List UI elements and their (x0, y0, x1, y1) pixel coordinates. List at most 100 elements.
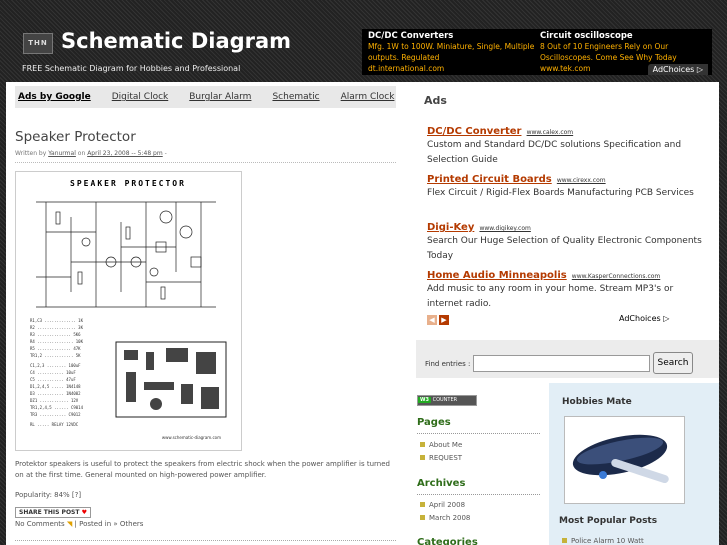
schematic-title: SPEAKER PROTECTOR (70, 179, 186, 188)
archive-link-march-2008[interactable]: March 2008 (420, 514, 470, 522)
hobbies-mate-heading: Hobbies Mate (562, 397, 632, 407)
sidebar-ad-title[interactable]: DC/DC Converter (427, 126, 521, 137)
sidebar: Ads DC/DC Converter www.calex.com Custom… (408, 82, 719, 545)
pages-heading: Pages (417, 417, 451, 428)
sidebar-ad-title[interactable]: Home Audio Minneapolis (427, 270, 567, 281)
popularity: Popularity: 84% [?] (15, 491, 82, 499)
search-label: Find entries : (425, 360, 471, 368)
counter-badge-label: W3 (418, 397, 431, 403)
divider (15, 540, 396, 541)
page-link-request[interactable]: REQUEST (420, 454, 462, 462)
sidebar-ad-1[interactable]: DC/DC Converter www.calex.com Custom and… (427, 119, 707, 168)
svg-text:D1,2,4,5 ..... 1N4148: D1,2,4,5 ..... 1N4148 (30, 384, 81, 389)
page-link-about[interactable]: About Me (420, 441, 462, 449)
comments-link[interactable]: No Comments (15, 520, 65, 528)
sidebar-ad-4[interactable]: Home Audio Minneapolis www.KasperConnect… (427, 263, 707, 312)
svg-text:R1,C3 ............. 1K: R1,C3 ............. 1K (30, 318, 84, 323)
popular-posts-heading: Most Popular Posts (559, 516, 658, 526)
svg-text:TR1,2 ............ 5K: TR1,2 ............ 5K (30, 353, 81, 358)
archive-link-april-2008[interactable]: April 2008 (420, 501, 465, 509)
divider (417, 433, 540, 434)
category-link[interactable]: Others (120, 520, 144, 528)
search-button[interactable]: Search (653, 352, 693, 374)
share-icon: ♥ (81, 509, 87, 516)
header-ad-1-title[interactable]: DC/DC Converters (368, 31, 538, 41)
schematic-drawing: SPEAKER PROTECTOR R1,C3 ............. 1K… (30, 179, 227, 440)
search-input[interactable] (473, 355, 650, 372)
sidebar-ad-domain[interactable]: www.cirexx.com (557, 177, 606, 184)
svg-text:R3 .............. 5K6: R3 .............. 5K6 (30, 332, 81, 337)
header-ad-banner[interactable]: DC/DC Converters Mfg. 1W to 100W. Miniat… (362, 29, 712, 75)
category-separator: » (113, 520, 118, 528)
header-ad-1[interactable]: DC/DC Converters Mfg. 1W to 100W. Miniat… (368, 31, 538, 74)
svg-text:TR3 ........... C9012: TR3 ........... C9012 (30, 412, 81, 417)
header-ad-1-url[interactable]: dt.international.com (368, 63, 538, 74)
schematic-credit: www.schematic-diagram.com (162, 435, 221, 440)
share-button[interactable]: SHARE THIS POST ♥ (15, 507, 91, 518)
svg-text:C1,2,3 ........ 100uF: C1,2,3 ........ 100uF (30, 363, 81, 368)
svg-text:D3 ........... 1N4002: D3 ........... 1N4002 (30, 391, 81, 396)
ads-by-google-link[interactable]: Ads by Google (18, 92, 91, 102)
ad-next-icon[interactable]: ▶ (439, 315, 449, 325)
archives-heading: Archives (417, 478, 466, 489)
categories-heading: Categories (417, 537, 478, 545)
post-title[interactable]: Speaker Protector (15, 129, 396, 145)
sidebar-ad-2[interactable]: Printed Circuit Boards www.cirexx.com Fl… (427, 167, 707, 201)
w3-counter-badge[interactable]: W3 COUNTER (417, 395, 477, 406)
sidebar-ad-domain[interactable]: www.digikey.com (479, 225, 530, 232)
hobbies-mate-image[interactable] (564, 416, 685, 504)
sidebar-ad-text: Custom and Standard DC/DC solutions Spec… (427, 140, 682, 165)
header-ad-2-title[interactable]: Circuit oscilloscope (540, 31, 710, 41)
post-date-link[interactable]: April 23, 2008 -- 5:48 pm (87, 150, 163, 157)
post-description: Protektor speakers is useful to protect … (15, 460, 390, 479)
popular-post-link[interactable]: Police Alarm 10 Watt (562, 537, 644, 545)
post-byline: Written by Yanurmal on April 23, 2008 --… (15, 150, 396, 157)
site-header: THN Schematic Diagram FREE Schematic Dia… (0, 0, 727, 82)
comment-icon: ◥ (66, 520, 73, 528)
sidebar-ad-text: Flex Circuit / Rigid-Flex Boards Manufac… (427, 188, 694, 198)
header-ad-1-text: Mfg. 1W to 100W. Miniature, Single, Mult… (368, 42, 535, 62)
svg-text:C5 ........... 47uF: C5 ........... 47uF (30, 377, 76, 382)
divider (417, 494, 540, 495)
search-widget: Find entries : Search (416, 340, 719, 378)
byline-prefix: Written by (15, 150, 47, 157)
ad-link-burglar-alarm[interactable]: Burglar Alarm (189, 92, 251, 102)
ad-link-digital-clock[interactable]: Digital Clock (112, 92, 169, 102)
posted-in-prefix: | Posted in (74, 520, 112, 528)
divider (15, 162, 396, 163)
post-column: Ads by Google Digital Clock Burglar Alar… (15, 86, 396, 541)
sidebar-ad-text: Add music to any room in your home. Stre… (427, 284, 674, 309)
schematic-image[interactable]: SPEAKER PROTECTOR R1,C3 ............. 1K… (15, 171, 242, 451)
main-content: Ads by Google Digital Clock Burglar Alar… (6, 82, 719, 545)
ad-prev-icon[interactable]: ◀ (427, 315, 437, 325)
ad-nav: ◀ ▶ (427, 315, 449, 325)
author-link[interactable]: Yanurmal (48, 150, 76, 157)
product-case-image (572, 434, 669, 484)
sidebar-ad-domain[interactable]: www.calex.com (527, 129, 574, 136)
svg-text:R4 ............... 10K: R4 ............... 10K (30, 339, 84, 344)
svg-text:DZ1 ............ 12V: DZ1 ............ 12V (30, 398, 79, 403)
header-adchoices-button[interactable]: AdChoices ▷ (647, 64, 708, 75)
sidebar-adchoices-button[interactable]: AdChoices ▷ (619, 314, 669, 323)
svg-text:C4 ........... 10uF: C4 ........... 10uF (30, 370, 76, 375)
ad-link-schematic[interactable]: Schematic (272, 92, 319, 102)
sidebar-ad-text: Search Our Huge Selection of Quality Ele… (427, 236, 702, 261)
site-tagline: FREE Schematic Diagram for Hobbies and P… (22, 64, 241, 73)
svg-text:R2 ................ 3K: R2 ................ 3K (30, 325, 84, 330)
svg-text:RL ..... RELAY 12VDC: RL ..... RELAY 12VDC (30, 422, 79, 427)
header-ad-2-text: 8 Out of 10 Engineers Rely on Our Oscill… (540, 42, 677, 62)
post-meta: No Comments ◥ | Posted in » Others (15, 520, 396, 528)
svg-text:TR1,2,4,5 ...... C9014: TR1,2,4,5 ...... C9014 (30, 405, 84, 410)
ad-link-alarm-clock[interactable]: Alarm Clock (341, 92, 395, 102)
sidebar-ad-title[interactable]: Digi-Key (427, 222, 474, 233)
sidebar-ad-title[interactable]: Printed Circuit Boards (427, 174, 552, 185)
sidebar-ad-3[interactable]: Digi-Key www.digikey.com Search Our Huge… (427, 215, 707, 264)
sidebar-ad-domain[interactable]: www.KasperConnections.com (572, 273, 660, 280)
counter-label: COUNTER (432, 397, 458, 403)
site-title[interactable]: Schematic Diagram (61, 29, 291, 53)
ad-links-bar: Ads by Google Digital Clock Burglar Alar… (15, 86, 396, 108)
sidebar-ads-heading: Ads (424, 94, 447, 107)
byline-suffix: - (164, 150, 167, 157)
byline-on: on (77, 150, 86, 157)
logo-badge[interactable]: THN (23, 33, 53, 54)
